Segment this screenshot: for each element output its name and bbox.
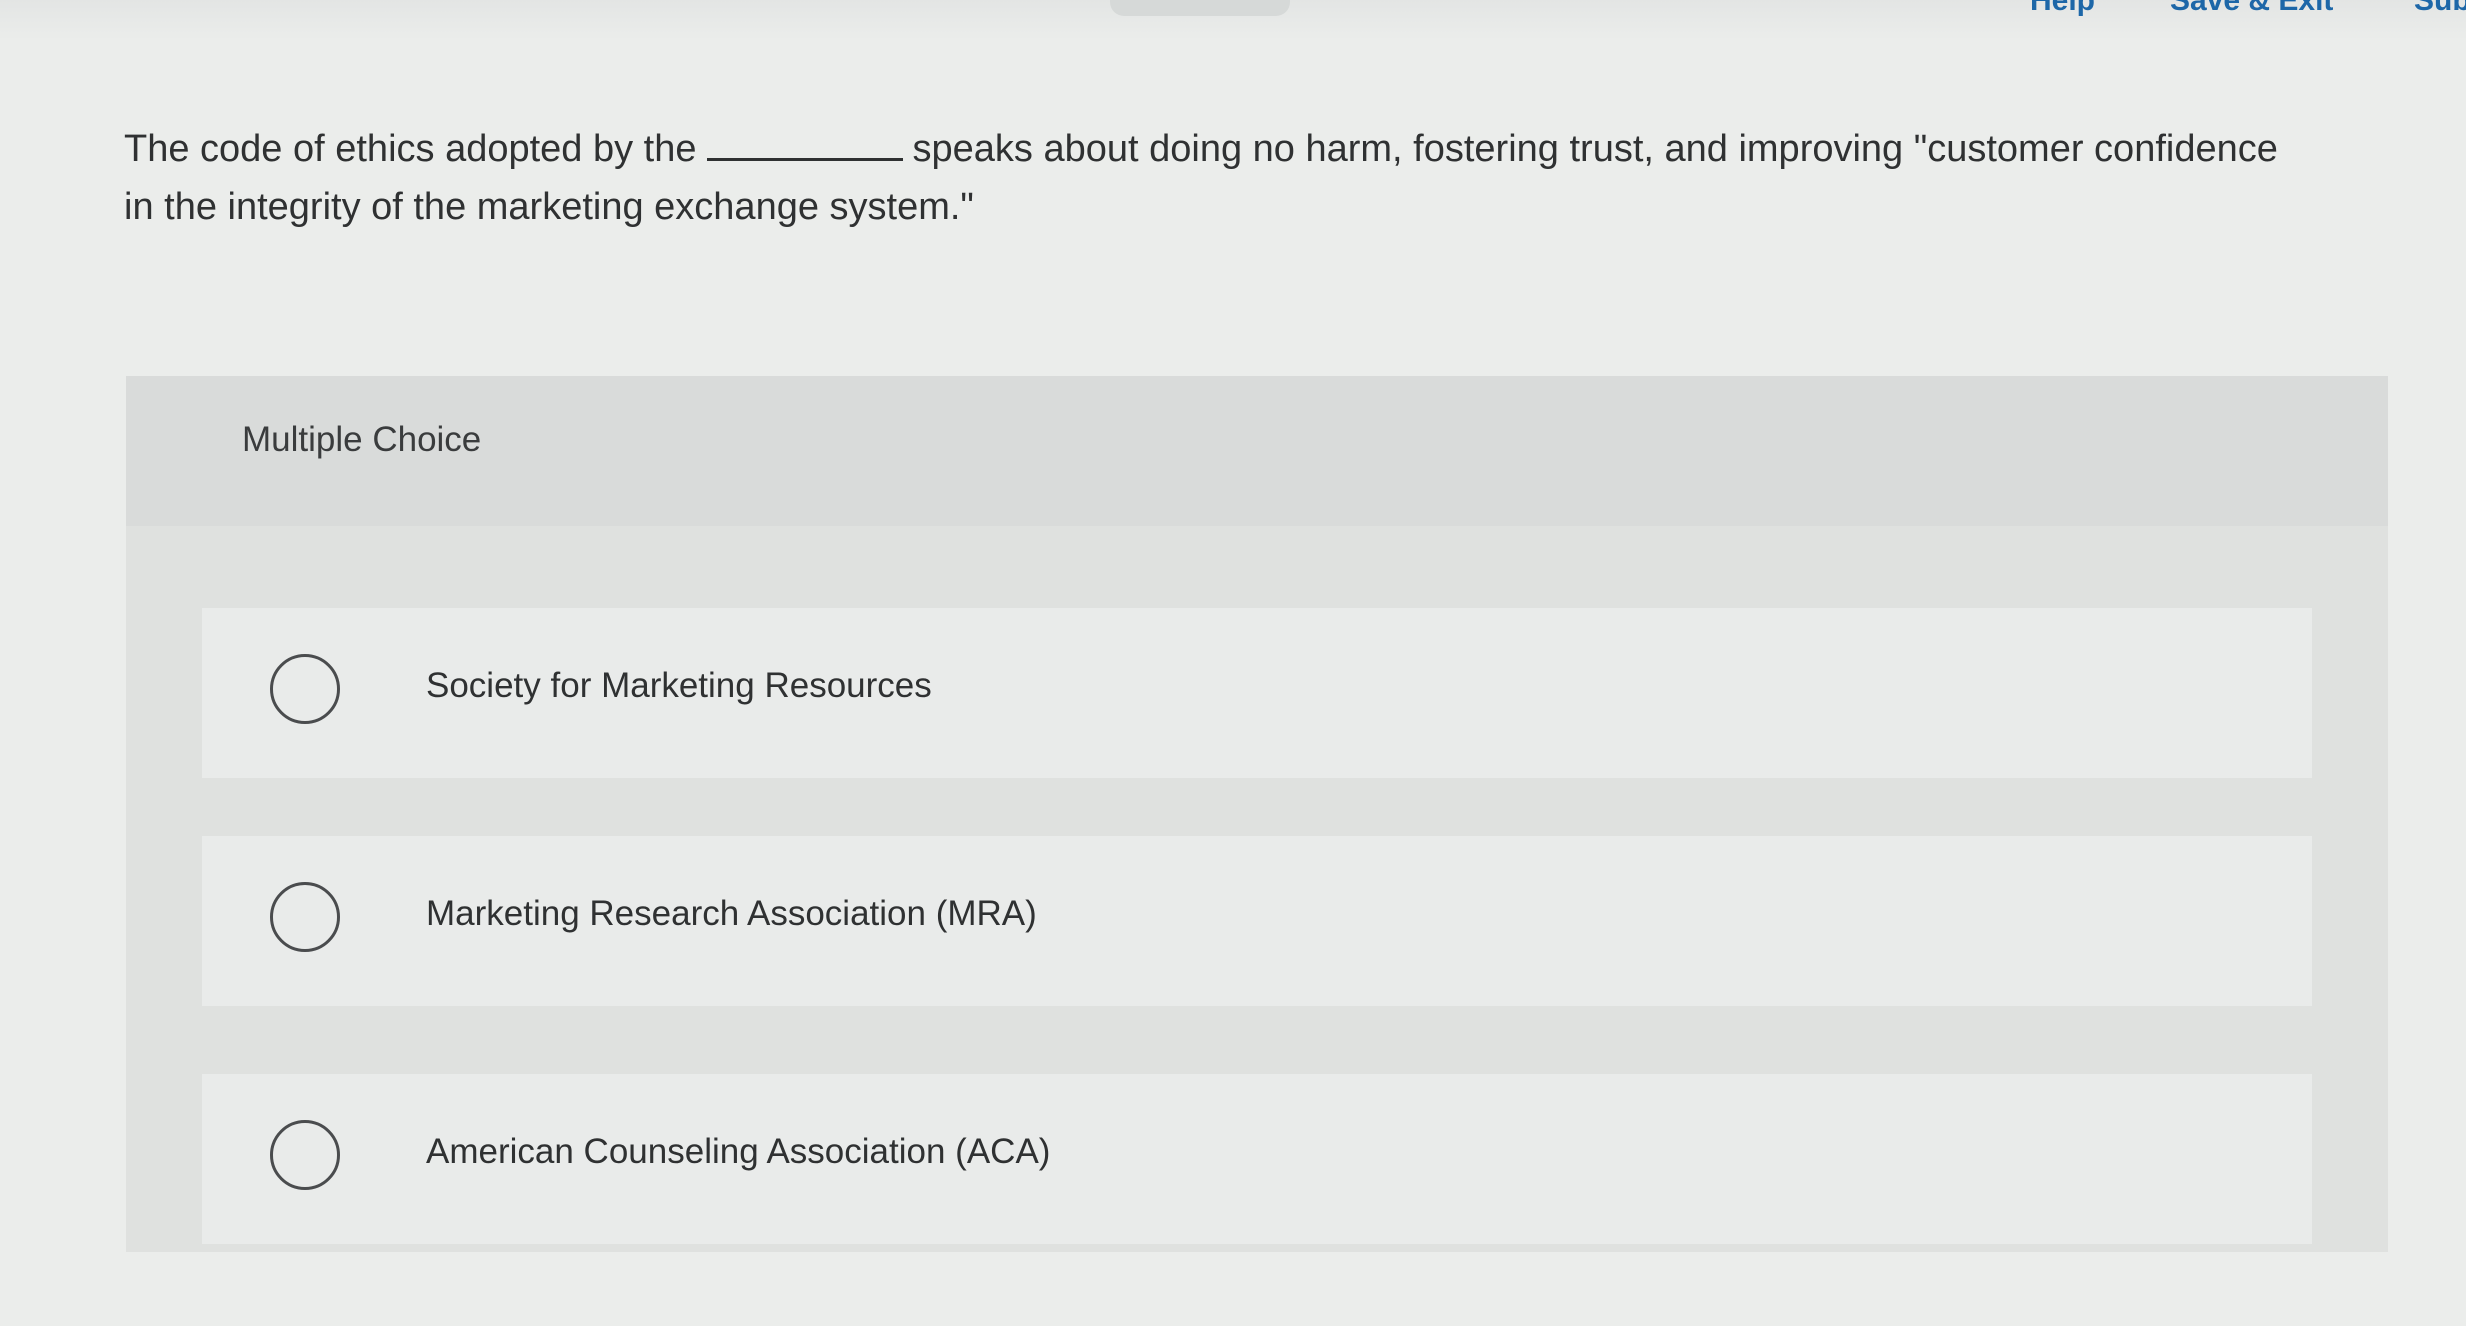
answer-option-label: Society for Marketing Resources [426,666,932,705]
multiple-choice-label: Multiple Choice [242,420,482,459]
answer-option[interactable]: Marketing Research Association (MRA) [202,836,2312,1006]
submit-link[interactable]: Sub [2414,0,2466,18]
top-tab [1110,0,1290,16]
radio-button[interactable] [270,654,340,724]
question-blank [706,124,903,161]
radio-button[interactable] [270,1120,340,1190]
answer-option[interactable]: American Counseling Association (ACA) [202,1074,2312,1244]
question-text-start: The code of ethics adopted by the [124,128,697,170]
radio-button[interactable] [270,882,340,952]
multiple-choice-header: Multiple Choice [126,376,2388,526]
save-exit-link[interactable]: Save & Exit [2170,0,2333,18]
answer-option-label: American Counseling Association (ACA) [426,1132,1051,1171]
answer-option[interactable]: Society for Marketing Resources [202,608,2312,778]
question-text: The code of ethics adopted by the speaks … [124,120,2304,236]
top-bar: Help Save & Exit Sub [0,0,2466,40]
multiple-choice-panel: Multiple Choice Society for Marketing Re… [126,376,2388,1252]
help-link[interactable]: Help [2030,0,2095,18]
answer-option-label: Marketing Research Association (MRA) [426,894,1037,933]
